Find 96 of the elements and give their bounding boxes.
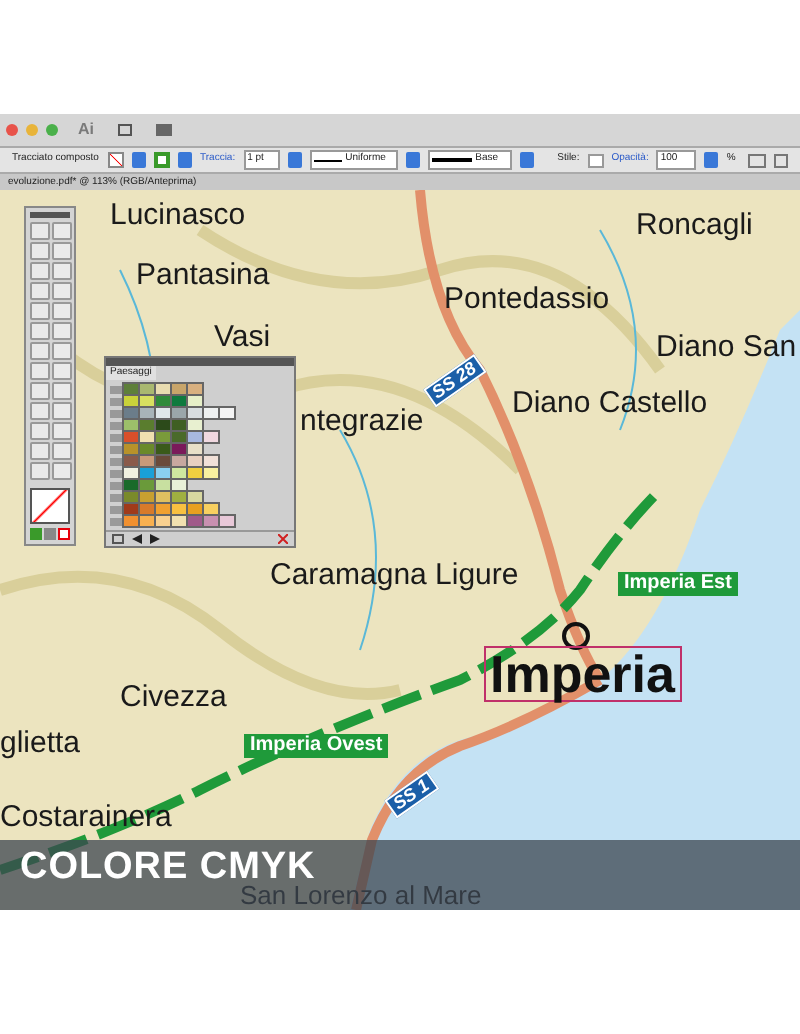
color-swatch[interactable] [204,432,218,442]
zoom-icon[interactable] [46,124,58,136]
color-swatch[interactable] [156,444,170,454]
color-swatch[interactable] [188,504,202,514]
color-swatch[interactable] [124,468,138,478]
color-swatch[interactable] [140,504,154,514]
color-swatch[interactable] [172,444,186,454]
color-mode-icon[interactable] [30,528,42,540]
place-name: Pantasina [136,260,270,290]
next-icon[interactable] [150,534,160,544]
color-swatch[interactable] [124,420,138,430]
color-swatch[interactable] [204,468,218,478]
color-swatch[interactable] [188,492,202,502]
color-swatch[interactable] [188,468,202,478]
color-swatch[interactable] [156,504,170,514]
color-swatch[interactable] [188,444,202,454]
color-swatch[interactable] [172,468,186,478]
color-swatch[interactable] [156,468,170,478]
color-swatch[interactable] [124,396,138,406]
color-swatch[interactable] [188,432,202,442]
color-swatch[interactable] [156,408,170,418]
color-swatch[interactable] [172,432,186,442]
color-swatch[interactable] [140,468,154,478]
place-name: Pontedassio [444,284,610,314]
color-swatch[interactable] [156,420,170,430]
place-name: Civezza [120,682,227,712]
color-swatch[interactable] [124,432,138,442]
color-swatch[interactable] [124,516,138,526]
fill-swatch-icon[interactable] [108,152,124,168]
color-swatch[interactable] [140,480,154,490]
color-swatch[interactable] [156,456,170,466]
color-swatch[interactable] [172,504,186,514]
color-swatch[interactable] [140,516,154,526]
none-mode-icon[interactable] [58,528,70,540]
color-swatch[interactable] [156,516,170,526]
delete-icon[interactable] [278,534,288,544]
color-swatch[interactable] [204,516,218,526]
color-swatch[interactable] [140,384,154,394]
place-name: Lucinasco [110,200,246,230]
color-swatch[interactable] [220,516,234,526]
color-swatch[interactable] [172,420,186,430]
library-icon[interactable] [112,534,124,544]
color-swatch[interactable] [156,480,170,490]
color-swatch[interactable] [188,516,202,526]
color-swatch[interactable] [172,456,186,466]
color-swatch[interactable] [156,396,170,406]
color-swatch[interactable] [172,396,186,406]
minimize-icon[interactable] [26,124,38,136]
color-swatch[interactable] [140,432,154,442]
color-swatch[interactable] [204,408,218,418]
place-name: Roncagli [636,210,753,240]
color-swatch[interactable] [220,408,234,418]
color-swatch[interactable] [124,480,138,490]
color-swatch[interactable] [124,456,138,466]
color-swatch[interactable] [156,384,170,394]
color-swatch[interactable] [140,420,154,430]
city-name: Imperia [484,646,681,702]
color-swatch[interactable] [188,456,202,466]
color-swatch[interactable] [204,456,218,466]
app-logo: Ai [78,118,94,142]
color-swatch[interactable] [124,444,138,454]
color-swatch[interactable] [124,408,138,418]
fill-stroke-icon[interactable] [30,488,70,524]
color-swatch[interactable] [172,492,186,502]
color-swatch[interactable] [188,384,202,394]
color-swatch[interactable] [156,432,170,442]
color-swatch[interactable] [156,492,170,502]
color-swatch[interactable] [188,408,202,418]
color-swatch[interactable] [140,396,154,406]
transform-icon[interactable] [774,153,788,167]
color-swatch[interactable] [140,456,154,466]
color-swatch[interactable] [140,408,154,418]
place-name: ntegrazie [300,406,424,436]
place-name: Diano San [656,332,797,362]
color-swatch[interactable] [140,492,154,502]
color-swatch[interactable] [172,384,186,394]
color-swatch[interactable] [188,396,202,406]
color-swatch[interactable] [172,516,186,526]
place-name: Vasi [214,322,271,352]
banner-text: COLORE CMYK [20,848,316,886]
color-swatch[interactable] [124,492,138,502]
previous-icon[interactable] [132,534,142,544]
stroke-swatch-icon[interactable] [154,152,170,168]
color-swatch[interactable] [188,420,202,430]
color-swatch[interactable] [124,504,138,514]
color-swatch[interactable] [172,408,186,418]
color-swatch[interactable] [140,444,154,454]
align-icon[interactable] [748,153,766,167]
close-icon[interactable] [6,124,18,136]
exit-label: Imperia Ovest [244,734,389,758]
color-swatch[interactable] [204,504,218,514]
color-swatch[interactable] [124,384,138,394]
color-swatch[interactable] [172,480,186,490]
place-name: glietta [0,728,81,758]
exit-label: Imperia Est [618,572,738,596]
style-swatch-icon[interactable] [587,153,604,167]
